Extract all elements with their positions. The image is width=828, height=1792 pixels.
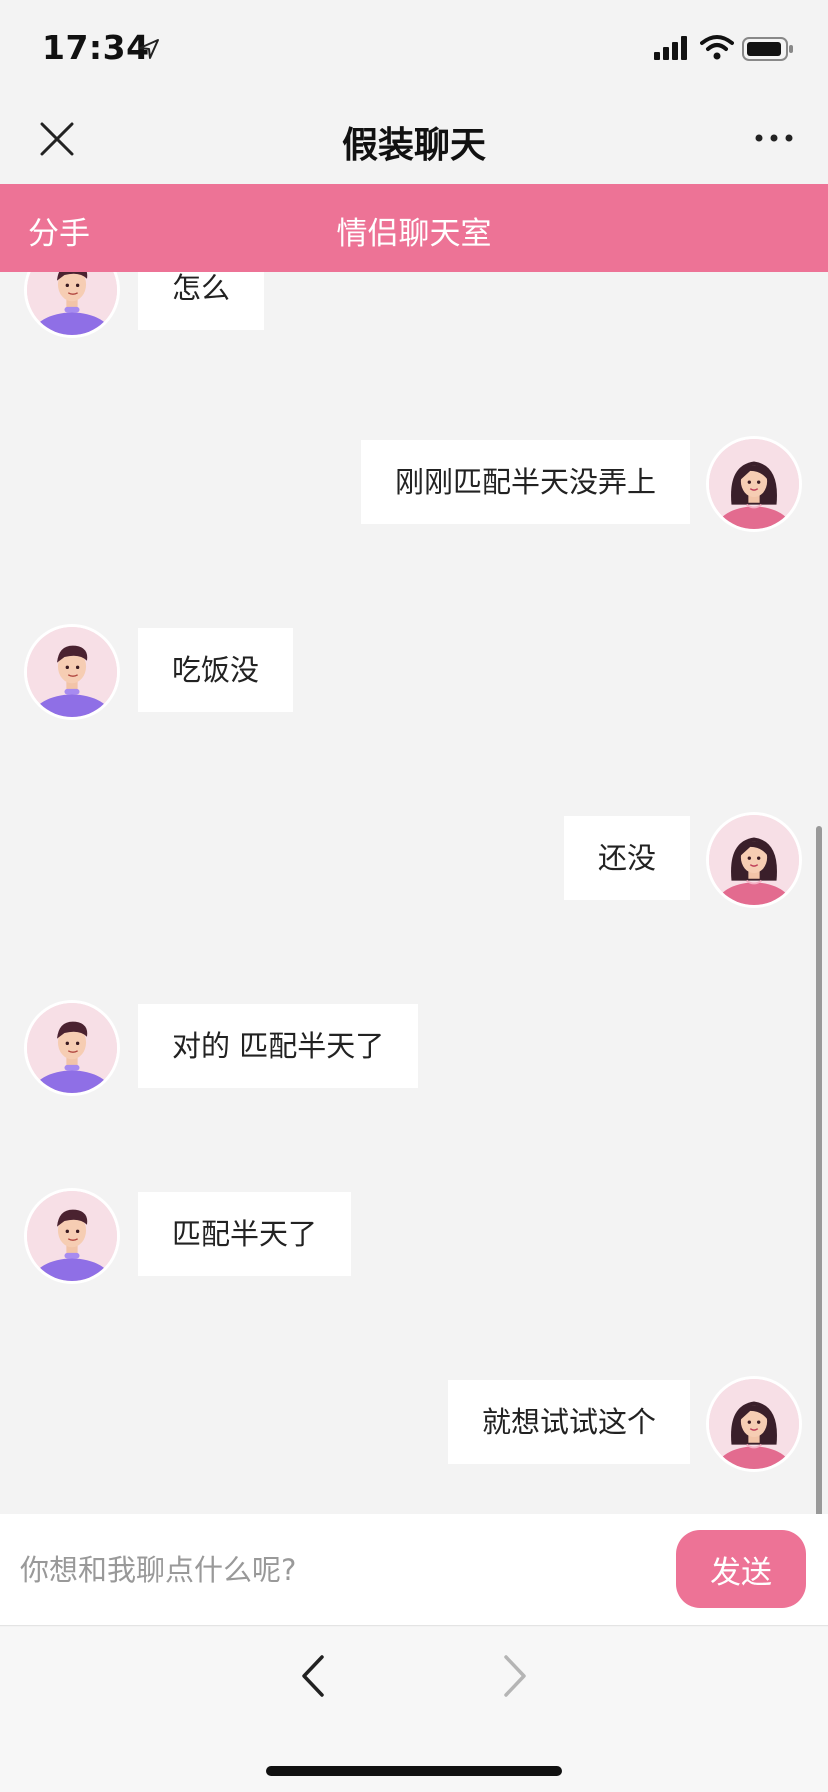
message-bubble: 匹配半天了 [138,1192,352,1276]
chat-area[interactable]: 怎么 刚刚匹配半天没弄上 吃饭没 还没 对的 匹配半天了 匹配半天了 就想试试这… [0,272,828,1514]
room-header: 分手 情侣聊天室 [0,184,828,272]
screen: 17:34 假装聊天 分手 情侣聊天室 怎么 刚刚匹配半天没弄上 吃饭没 还没 … [0,0,828,1792]
composer-bar: 发送 [0,1514,828,1626]
message-bubble: 还没 [563,816,690,900]
message-input[interactable] [20,1540,660,1600]
wifi-icon [700,35,734,60]
forward-arrow-icon[interactable] [500,1653,530,1699]
home-indicator[interactable] [266,1766,562,1776]
message-row: 对的 匹配半天了 [0,1000,828,1096]
location-arrow-icon [139,39,159,59]
message-bubble: 就想试试这个 [447,1380,690,1464]
battery-icon [742,37,793,61]
message-bubble: 怎么 [138,272,265,330]
bottom-nav [0,1627,828,1792]
boy-avatar-icon [24,1000,120,1096]
room-title: 情侣聊天室 [336,216,492,252]
message-bubble: 对的 匹配半天了 [138,1004,419,1088]
girl-avatar-icon [706,812,802,908]
girl-avatar-icon [706,1376,802,1472]
status-time: 17:34 [42,28,150,67]
message-row: 刚刚匹配半天没弄上 [0,436,828,532]
girl-avatar-icon [706,436,802,532]
cellular-signal-icon [654,36,687,60]
boy-avatar-icon [24,624,120,720]
status-bar: 17:34 [0,0,828,96]
message-row: 就想试试这个 [0,1376,828,1472]
message-bubble: 吃饭没 [138,628,294,712]
back-arrow-icon[interactable] [298,1653,328,1699]
page-title: 假装聊天 [341,125,486,166]
message-bubble: 刚刚匹配半天没弄上 [360,440,690,524]
boy-avatar-icon [24,272,120,338]
message-row: 匹配半天了 [0,1188,828,1284]
message-row: 还没 [0,812,828,908]
nav-bar: 假装聊天 [0,96,828,184]
boy-avatar-icon [24,1188,120,1284]
message-row: 怎么 [0,272,828,338]
send-button[interactable]: 发送 [676,1530,806,1608]
message-row: 吃饭没 [0,624,828,720]
chat-scrollbar[interactable] [816,826,822,1620]
more-icon[interactable] [754,130,794,146]
